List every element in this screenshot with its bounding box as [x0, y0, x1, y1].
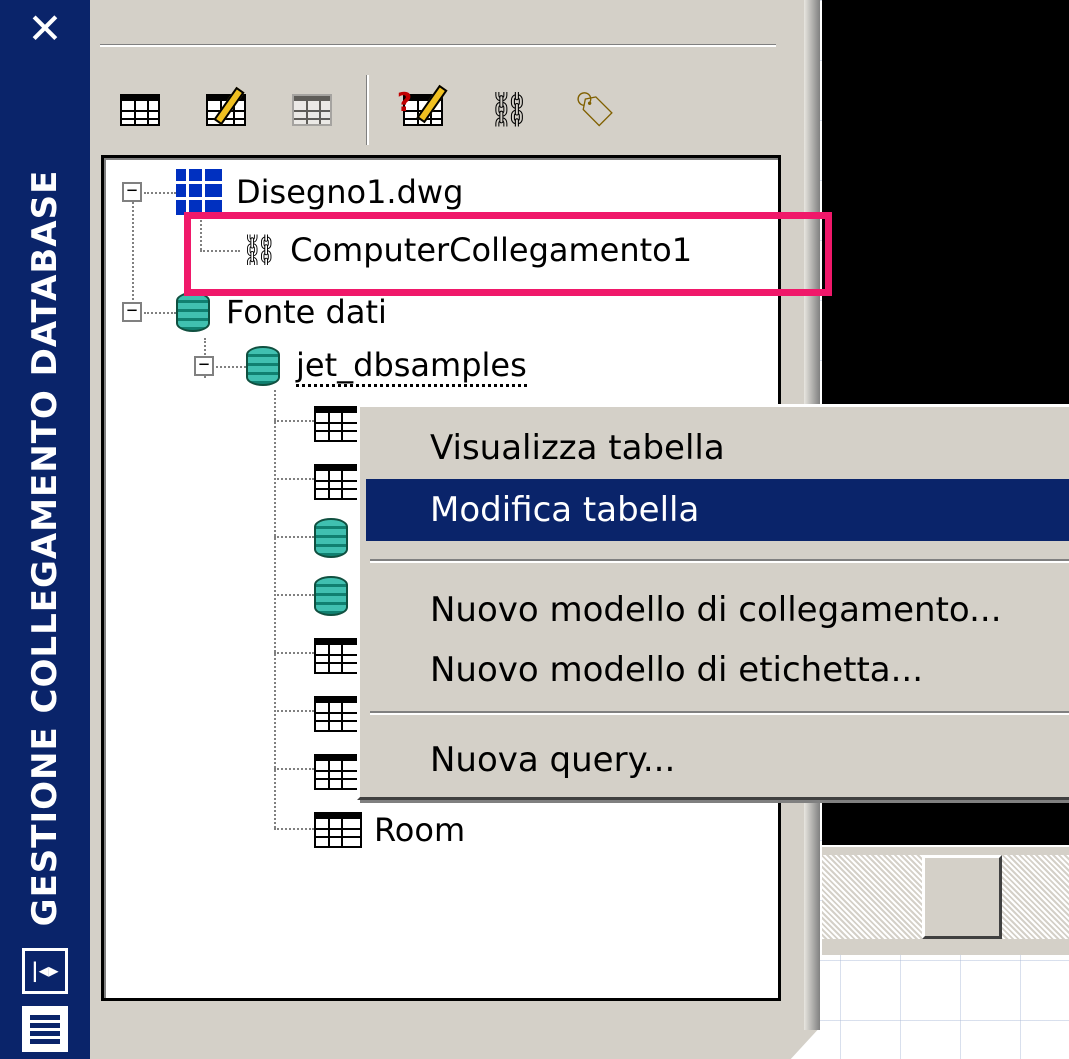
menu-item-edit-table[interactable]: Modifica tabella — [366, 479, 1069, 541]
query-icon — [314, 518, 348, 558]
horizontal-scrollbar[interactable] — [822, 845, 1069, 955]
view-table-button[interactable] — [108, 78, 172, 142]
menu-separator — [370, 711, 1069, 715]
expand-drawing-toggle[interactable]: − — [122, 182, 142, 202]
toolbar: ? ⛓ 🏷 — [108, 70, 627, 150]
table-icon — [314, 754, 362, 790]
menu-separator — [370, 559, 1069, 563]
data-sources-label: Fonte dati — [226, 293, 387, 331]
table-icon — [314, 696, 362, 732]
database-icon — [246, 346, 280, 386]
table-icon — [314, 638, 362, 674]
link-template-icon: ⛓ — [487, 90, 531, 130]
execute-query-icon — [292, 94, 332, 126]
toolbar-divider — [100, 44, 776, 47]
palette-title: GESTIONE COLLEGAMENTO DATABASE — [25, 169, 65, 927]
table-icon — [314, 406, 362, 442]
table-icon — [314, 464, 362, 500]
tree-node-room-table[interactable]: Room — [314, 804, 465, 856]
menu-item-view-table[interactable]: Visualizza tabella — [366, 417, 1069, 479]
query-icon — [314, 576, 348, 616]
palette-titlebar[interactable]: ✕ GESTIONE COLLEGAMENTO DATABASE |◂▸ — [0, 0, 90, 1059]
menu-item-new-label-template[interactable]: Nuovo modello di etichetta... — [366, 639, 1069, 701]
tree-node-drawing[interactable]: Disegno1.dwg — [176, 166, 463, 218]
highlight-annotation — [184, 212, 832, 296]
label-template-icon: 🏷 — [573, 90, 617, 130]
label-template-button[interactable]: 🏷 — [563, 78, 627, 142]
toolbar-separator — [366, 75, 369, 145]
drawing-label: Disegno1.dwg — [236, 173, 464, 211]
view-table-icon — [120, 94, 160, 126]
database-label: jet_dbsamples — [296, 346, 527, 387]
question-mark-icon: ? — [397, 88, 413, 118]
expand-database-toggle[interactable]: − — [194, 356, 214, 376]
tree-node-database[interactable]: jet_dbsamples — [246, 340, 527, 392]
new-query-button[interactable]: ? — [391, 78, 455, 142]
properties-icon[interactable] — [22, 1006, 68, 1052]
autohide-icon[interactable]: |◂▸ — [22, 948, 68, 994]
execute-query-button[interactable] — [280, 78, 344, 142]
database-folder-icon — [176, 292, 210, 332]
scrollbar-thumb[interactable] — [922, 855, 1002, 939]
expand-data-sources-toggle[interactable]: − — [122, 302, 142, 322]
context-menu: Visualizza tabella Modifica tabella Nuov… — [357, 404, 1069, 800]
link-template-button[interactable]: ⛓ — [477, 78, 541, 142]
menu-item-new-query[interactable]: Nuova query... — [366, 729, 1069, 791]
edit-table-button[interactable] — [194, 78, 258, 142]
close-icon[interactable]: ✕ — [20, 4, 70, 54]
menu-item-new-link-template[interactable]: Nuovo modello di collegamento... — [366, 579, 1069, 641]
drawing-icon — [176, 169, 222, 215]
table-icon — [314, 812, 362, 848]
room-table-label: Room — [374, 811, 466, 849]
